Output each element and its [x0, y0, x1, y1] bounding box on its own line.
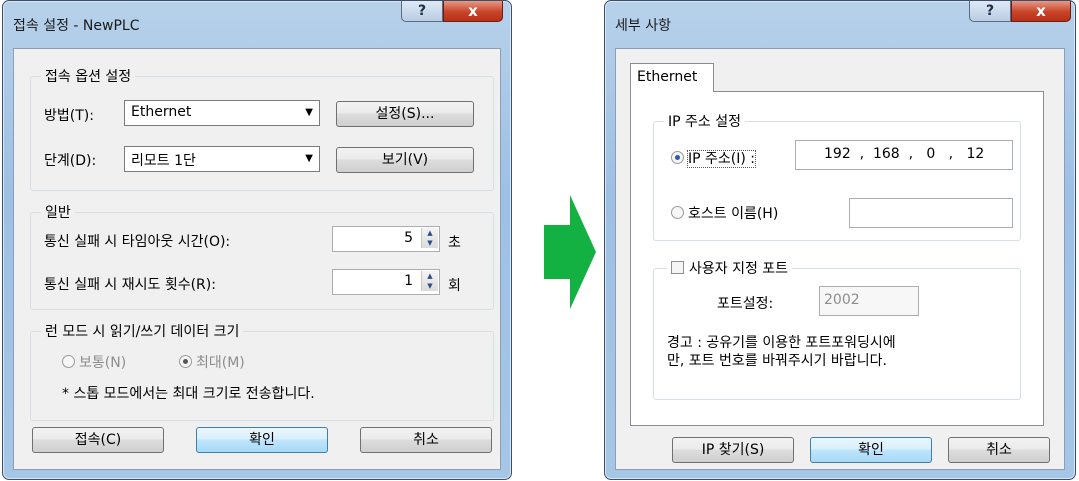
max-size-radio[interactable]: 최대(M) — [179, 352, 245, 372]
timeout-unit: 초 — [448, 235, 461, 251]
help-button[interactable]: ? — [401, 1, 443, 22]
warning-line-2: 만, 포트 번호를 바꿔주시기 바랍니다. — [667, 353, 887, 369]
custom-port-checkbox[interactable]: 사용자 지정 포트 — [667, 258, 793, 278]
timeout-label: 통신 실패 시 타임아웃 시간(O): — [44, 234, 231, 250]
connection-options-group: 접속 옵션 설정 — [30, 66, 494, 191]
ip-address-radio[interactable]: IP 주소(I) : — [671, 148, 757, 168]
cancel-button[interactable]: 취소 — [360, 427, 492, 453]
host-name-field[interactable] — [849, 198, 1013, 228]
ethernet-tab-panel: IP 주소 설정 IP 주소(I) : 192 , 168 , 0 , 12 호… — [630, 91, 1044, 426]
ip-address-value: 192 , 168 , 0 , 12 — [824, 146, 985, 162]
spin-arrows-icon[interactable]: ▲ ▼ — [421, 271, 438, 291]
retry-unit: 회 — [448, 278, 461, 294]
dialog-client-area: Ethernet IP 주소 설정 IP 주소(I) : 192 , 168 ,… — [615, 48, 1065, 470]
find-ip-button[interactable]: IP 찾기(S) — [672, 437, 794, 463]
settings-button[interactable]: 설정(S)... — [336, 101, 474, 127]
chevron-down-icon: ▼ — [305, 107, 313, 118]
radio-selected-icon — [179, 355, 192, 368]
tab-ethernet[interactable]: Ethernet — [630, 63, 714, 92]
connection-options-label: 접속 옵션 설정 — [41, 66, 136, 86]
stage-label: 단계(D): — [44, 153, 97, 169]
close-icon: x — [468, 2, 478, 20]
timeout-value: 5 — [404, 230, 413, 246]
port-setting-label: 포트설정: — [717, 296, 774, 312]
tab-ethernet-label: Ethernet — [637, 69, 698, 85]
port-field[interactable]: 2002 — [819, 286, 919, 316]
timeout-spinner[interactable]: 5 ▲ ▼ — [332, 226, 440, 252]
cancel-button[interactable]: 취소 — [948, 437, 1050, 463]
radio-selected-icon — [671, 151, 684, 164]
chevron-down-icon: ▼ — [305, 153, 313, 164]
help-button[interactable]: ? — [969, 1, 1011, 22]
dialog-title: 세부 사항 — [615, 18, 671, 34]
help-icon: ? — [417, 3, 427, 19]
port-value: 2002 — [824, 292, 860, 308]
ip-address-label: IP 주소(I) : — [686, 150, 757, 168]
ip-settings-label: IP 주소 설정 — [664, 111, 745, 131]
retry-label: 통신 실패 시 재시도 횟수(R): — [44, 277, 216, 293]
normal-size-radio[interactable]: 보통(N) — [62, 352, 126, 372]
close-button[interactable]: x — [443, 1, 503, 22]
close-button[interactable]: x — [1011, 1, 1071, 22]
close-icon: x — [1036, 2, 1046, 20]
checkbox-icon — [671, 261, 684, 274]
run-mode-group: 런 모드 시 읽기/쓰기 데이터 크기 — [30, 321, 494, 421]
ip-address-field[interactable]: 192 , 168 , 0 , 12 — [795, 140, 1013, 170]
stage-value: 리모트 1단 — [131, 153, 196, 169]
host-name-label: 호스트 이름(H) — [688, 206, 779, 222]
retry-value: 1 — [404, 273, 413, 289]
method-value: Ethernet — [131, 104, 192, 120]
arrow-right-icon — [544, 225, 570, 279]
ok-button[interactable]: 확인 — [810, 437, 932, 463]
details-dialog: 세부 사항 ? x Ethernet IP 주소 설정 IP 주소(I) : 1… — [604, 0, 1076, 480]
stage-select[interactable]: 리모트 1단 ▼ — [124, 146, 320, 172]
dialog-client-area: 접속 옵션 설정 방법(T): Ethernet ▼ 설정(S)... 단계(D… — [13, 48, 501, 470]
general-label: 일반 — [41, 202, 75, 222]
view-button[interactable]: 보기(V) — [336, 147, 474, 173]
run-mode-label: 런 모드 시 읽기/쓰기 데이터 크기 — [41, 321, 244, 341]
method-select[interactable]: Ethernet ▼ — [124, 100, 320, 126]
connection-settings-dialog: 접속 설정 - NewPLC ? x 접속 옵션 설정 방법(T): Ether… — [2, 0, 512, 480]
radio-icon — [671, 206, 684, 219]
host-name-radio[interactable]: 호스트 이름(H) — [671, 203, 778, 223]
radio-icon — [62, 355, 75, 368]
custom-port-label: 사용자 지정 포트 — [689, 261, 789, 277]
normal-size-label: 보통(N) — [79, 355, 127, 371]
arrow-head-icon — [570, 195, 596, 309]
ok-button[interactable]: 확인 — [196, 427, 328, 453]
method-label: 방법(T): — [44, 108, 94, 124]
warning-line-1: 경고 : 공유기를 이용한 포트포워딩시에 — [667, 335, 896, 351]
retry-spinner[interactable]: 1 ▲ ▼ — [332, 269, 440, 295]
spin-arrows-icon[interactable]: ▲ ▼ — [421, 228, 438, 248]
dialog-title: 접속 설정 - NewPLC — [13, 18, 140, 34]
max-size-label: 최대(M) — [196, 355, 245, 371]
stop-mode-note: * 스톱 모드에서는 최대 크기로 전송합니다. — [62, 386, 315, 402]
connect-button[interactable]: 접속(C) — [32, 427, 164, 453]
help-icon: ? — [985, 3, 995, 19]
